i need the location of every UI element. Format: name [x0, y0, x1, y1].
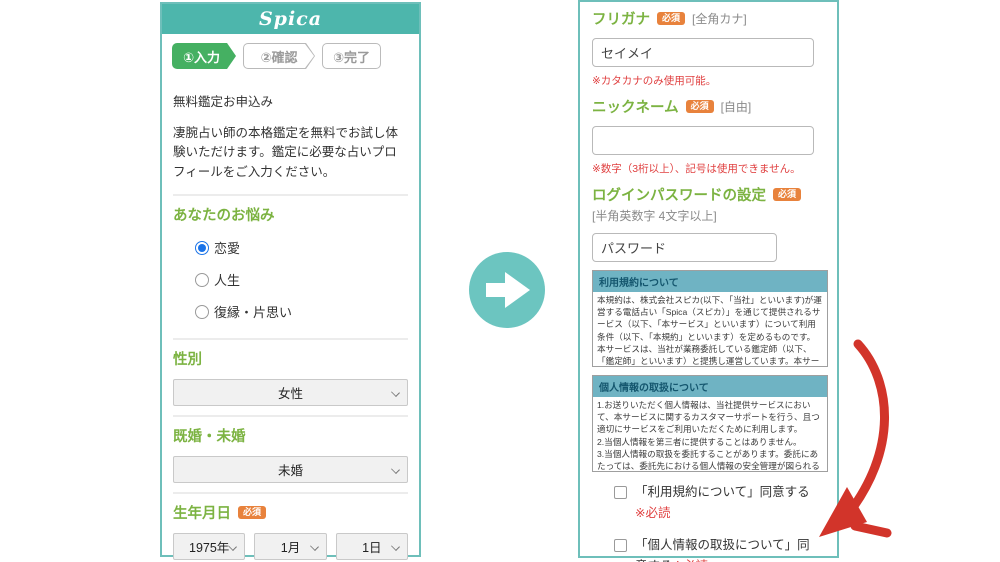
password-heading: ログインパスワードの設定 [592, 188, 766, 204]
furigana-input[interactable] [592, 38, 814, 67]
terms-title: 利用規約について [593, 271, 827, 292]
progress-steps: ①入力 ②確認 ③完了 [162, 34, 419, 79]
chevron-down-icon [228, 542, 238, 552]
password-format-note: [半角英数字 4文字以上] [592, 209, 717, 223]
brand-logo: Spica [258, 8, 323, 30]
gender-heading: 性別 [173, 352, 202, 369]
nickname-heading: ニックネーム [592, 100, 679, 116]
furigana-rule-note: ※カタカナのみ使用可能。 [592, 75, 717, 87]
nickname-format-note: [自由] [720, 100, 752, 114]
marital-select[interactable]: 未婚 [173, 456, 408, 484]
password-input[interactable] [592, 233, 777, 262]
chevron-down-icon [391, 465, 400, 475]
privacy-text[interactable]: 1.お送りいただく個人情報は、当社提供サービスにおいて、本サービスに関するカスタ… [593, 397, 827, 471]
marital-section: 既婚・未婚 未婚 [173, 415, 408, 492]
birthdate-section: 生年月日 必須 1975年 1月 1日 [173, 492, 408, 562]
proceed-arrow-icon [469, 252, 545, 328]
must-read-note: ※必読 [635, 506, 671, 521]
birth-month-select[interactable]: 1月 [254, 533, 327, 561]
radio-unselected-icon[interactable] [195, 272, 209, 287]
signup-form-screen-1: Spica ①入力 ②確認 ③完了 無料鑑定お申込み 凄腕占い師の本格鑑定を無料… [160, 2, 421, 561]
screenshot-stage: Spica ①入力 ②確認 ③完了 無料鑑定お申込み 凄腕占い師の本格鑑定を無料… [0, 0, 1000, 562]
agree-terms-label: 「利用規約について」同意する※必読 [635, 485, 810, 521]
nickname-rule-note: ※数字（3桁以上）、記号は使用できません。 [592, 163, 801, 175]
agree-privacy-row[interactable]: 「個人情報の取扱について」同意する※必読 [614, 535, 819, 562]
required-badge: 必須 [657, 12, 686, 25]
furigana-format-note: [全角カナ] [692, 12, 747, 26]
birth-day-select[interactable]: 1日 [335, 533, 408, 561]
birth-year-select[interactable]: 1975年 [173, 533, 246, 561]
marital-heading: 既婚・未婚 [173, 429, 246, 446]
agree-terms-checkbox[interactable] [614, 486, 627, 499]
step-confirm: ②確認 [243, 43, 315, 69]
terms-of-service-box: 利用規約について 本規約は、株式会社スピカ(以下、「当社」といいます)が運営する… [592, 270, 828, 367]
required-badge: 必須 [773, 188, 802, 201]
agree-terms-row[interactable]: 「利用規約について」同意する※必読 [614, 482, 819, 525]
chevron-down-icon [391, 388, 400, 398]
chevron-down-icon [391, 542, 400, 552]
app-header: Spica [162, 4, 419, 34]
worry-option-reunion[interactable]: 復縁・片思い [195, 302, 408, 321]
furigana-section: フリガナ 必須 [全角カナ] ※カタカナのみ使用可能。 [592, 8, 825, 88]
nickname-section: ニックネーム 必須 [自由] ※数字（3桁以上）、記号は使用できません。 [592, 96, 825, 176]
furigana-heading: フリガナ [592, 12, 650, 28]
radio-selected-icon[interactable] [195, 240, 209, 255]
signup-form-screen-2: フリガナ 必須 [全角カナ] ※カタカナのみ使用可能。 ニックネーム 必須 [自… [578, 0, 839, 562]
step-complete: ③完了 [322, 43, 382, 69]
required-badge: 必須 [685, 100, 714, 113]
agree-privacy-checkbox[interactable] [614, 538, 627, 552]
worry-option-love[interactable]: 恋愛 [195, 238, 408, 257]
terms-text[interactable]: 本規約は、株式会社スピカ(以下、「当社」といいます)が運営する電話占い「Spic… [593, 292, 827, 366]
gender-select[interactable]: 女性 [173, 379, 408, 407]
radio-unselected-icon[interactable] [195, 304, 209, 319]
worry-heading: あなたのお悩み [173, 208, 275, 225]
step-input-active: ①入力 [172, 43, 236, 69]
worry-option-life[interactable]: 人生 [195, 270, 408, 289]
birthdate-heading: 生年月日 [173, 506, 231, 523]
form-description: 凄腕占い師の本格鑑定を無料でお試し体験いただけます。鑑定に必要な占いプロフィール… [173, 126, 399, 179]
worry-section: あなたのお悩み 恋愛 人生 復縁・片思い [173, 194, 408, 338]
form-title: 無料鑑定お申込み [173, 95, 274, 109]
password-section: ログインパスワードの設定 必須 [半角英数字 4文字以上] [592, 184, 825, 262]
required-badge: 必須 [238, 506, 267, 520]
privacy-title: 個人情報の取扱について [593, 376, 827, 397]
chevron-down-icon [309, 542, 319, 552]
gender-section: 性別 女性 [173, 338, 408, 415]
nickname-input[interactable] [592, 126, 814, 155]
privacy-policy-box: 個人情報の取扱について 1.お送りいただく個人情報は、当社提供サービスにおいて、… [592, 375, 828, 472]
agree-privacy-label: 「個人情報の取扱について」同意する※必読 [635, 535, 819, 562]
